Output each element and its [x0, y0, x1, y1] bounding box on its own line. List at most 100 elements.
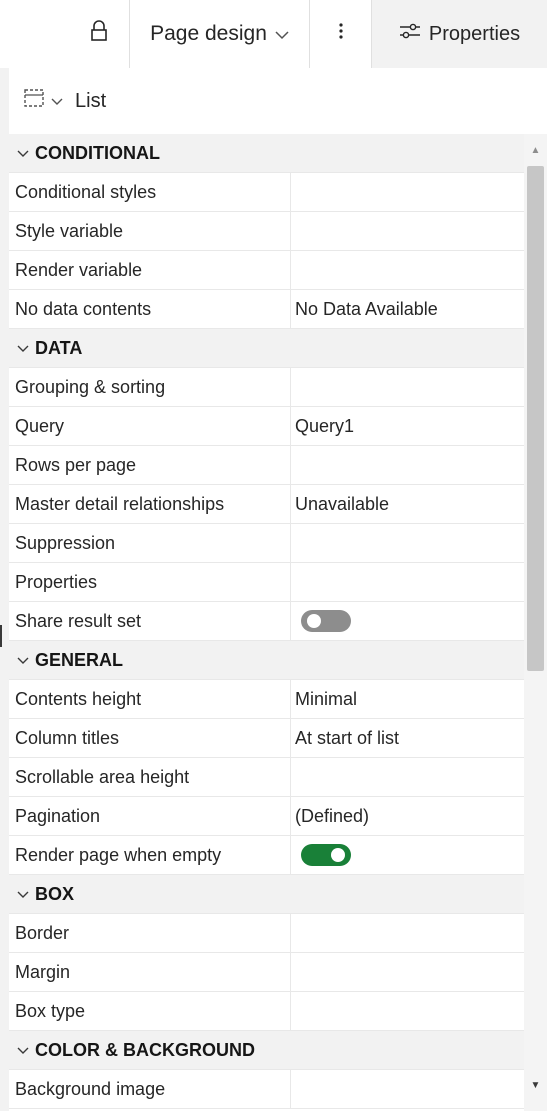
page-design-dropdown[interactable]: Page design [130, 0, 310, 68]
property-name: Grouping & sorting [9, 368, 291, 406]
property-row[interactable]: Pagination (Defined) [9, 797, 524, 836]
property-value[interactable]: At start of list [291, 719, 524, 757]
toggle-switch-on[interactable] [301, 844, 351, 866]
property-row[interactable]: Background image [9, 1070, 524, 1109]
property-value-text: No Data Available [295, 298, 438, 319]
property-value[interactable] [291, 368, 524, 406]
chevron-down-icon [17, 146, 29, 161]
scroll-thumb[interactable] [527, 166, 544, 671]
property-value[interactable] [291, 914, 524, 952]
top-toolbar: Page design Properties [0, 0, 547, 68]
lock-icon [90, 20, 108, 48]
property-value-text: At start of list [295, 727, 400, 748]
property-name: Pagination [9, 797, 291, 835]
property-value[interactable] [291, 563, 524, 601]
chevron-down-icon [275, 22, 289, 46]
property-row[interactable]: No data contents No Data Available [9, 290, 524, 329]
property-row[interactable]: Master detail relationships Unavailable [9, 485, 524, 524]
property-row[interactable]: Query Query1 [9, 407, 524, 446]
property-value[interactable] [291, 251, 524, 289]
vertical-scrollbar[interactable]: ▲ ▼ [524, 134, 547, 1111]
property-name: Scrollable area height [9, 758, 291, 796]
property-value[interactable] [291, 992, 524, 1030]
property-name: Suppression [9, 524, 291, 562]
property-value[interactable] [291, 758, 524, 796]
property-name: Rows per page [9, 446, 291, 484]
property-row[interactable]: Border [9, 914, 524, 953]
list-select-icon [23, 88, 45, 114]
property-value[interactable] [291, 173, 524, 211]
property-value[interactable]: (Defined) [291, 797, 524, 835]
property-row[interactable]: Grouping & sorting [9, 368, 524, 407]
chevron-down-icon [17, 1043, 29, 1058]
property-value[interactable]: No Data Available [291, 290, 524, 328]
section-title: CONDITIONAL [35, 142, 160, 163]
object-selector[interactable]: List [9, 68, 547, 134]
section-header[interactable]: CONDITIONAL [9, 134, 524, 173]
property-value[interactable] [291, 524, 524, 562]
property-value-text: Unavailable [295, 493, 390, 514]
section-title: BOX [35, 883, 75, 904]
property-row[interactable]: Share result set [9, 602, 524, 641]
properties-table: CONDITIONAL Conditional styles Style varia… [9, 134, 524, 1111]
toggle-knob [331, 848, 345, 862]
property-row[interactable]: Properties [9, 563, 524, 602]
chevron-down-icon [51, 94, 63, 109]
property-row[interactable]: Contents height Minimal [9, 680, 524, 719]
chevron-down-icon [17, 341, 29, 356]
property-value[interactable] [291, 953, 524, 991]
property-row[interactable]: Style variable [9, 212, 524, 251]
property-value[interactable]: Query1 [291, 407, 524, 445]
property-value[interactable] [291, 602, 524, 640]
scroll-down-arrow-icon[interactable]: ▼ [524, 1071, 547, 1099]
property-row[interactable]: Rows per page [9, 446, 524, 485]
property-row[interactable]: Margin [9, 953, 524, 992]
property-name: No data contents [9, 290, 291, 328]
property-name: Background image [9, 1070, 291, 1108]
property-row[interactable]: Render variable [9, 251, 524, 290]
scroll-up-arrow-icon[interactable]: ▲ [524, 136, 547, 164]
properties-tab[interactable]: Properties [372, 0, 547, 68]
property-name: Render page when empty [9, 836, 291, 874]
property-row[interactable]: Column titles At start of list [9, 719, 524, 758]
section-header[interactable]: COLOR & BACKGROUND [9, 1031, 524, 1070]
property-name: Style variable [9, 212, 291, 250]
properties-tab-label: Properties [428, 22, 521, 45]
resize-handle[interactable] [0, 625, 2, 647]
property-name: Share result set [9, 602, 291, 640]
property-name: Conditional styles [9, 173, 291, 211]
section-title: DATA [35, 337, 83, 358]
property-name: Margin [9, 953, 291, 991]
section-header[interactable]: DATA [9, 329, 524, 368]
property-name: Contents height [9, 680, 291, 718]
property-name: Query [9, 407, 291, 445]
property-name: Box type [9, 992, 291, 1030]
property-value[interactable] [291, 1070, 524, 1108]
property-name: Master detail relationships [9, 485, 291, 523]
property-row[interactable]: Scrollable area height [9, 758, 524, 797]
property-value-text: Minimal [295, 688, 358, 709]
property-name: Border [9, 914, 291, 952]
object-type-label: List [75, 89, 107, 112]
property-value[interactable] [291, 212, 524, 250]
settings-adjust-icon [399, 22, 421, 46]
property-name: Column titles [9, 719, 291, 757]
section-header[interactable]: GENERAL [9, 641, 524, 680]
property-value[interactable]: Unavailable [291, 485, 524, 523]
property-name: Properties [9, 563, 291, 601]
lock-button[interactable] [68, 0, 130, 68]
section-title: COLOR & BACKGROUND [35, 1039, 255, 1060]
overflow-menu-vertical-icon [338, 21, 344, 47]
property-row[interactable]: Render page when empty [9, 836, 524, 875]
property-value-text: Query1 [295, 415, 355, 436]
property-row[interactable]: Conditional styles [9, 173, 524, 212]
property-value[interactable] [291, 446, 524, 484]
property-row[interactable]: Suppression [9, 524, 524, 563]
property-row[interactable]: Box type [9, 992, 524, 1031]
overflow-menu-button[interactable] [310, 0, 372, 68]
section-header[interactable]: BOX [9, 875, 524, 914]
panel-left-edge [0, 68, 9, 1111]
toggle-switch-off[interactable] [301, 610, 351, 632]
property-value[interactable] [291, 836, 524, 874]
property-value[interactable]: Minimal [291, 680, 524, 718]
